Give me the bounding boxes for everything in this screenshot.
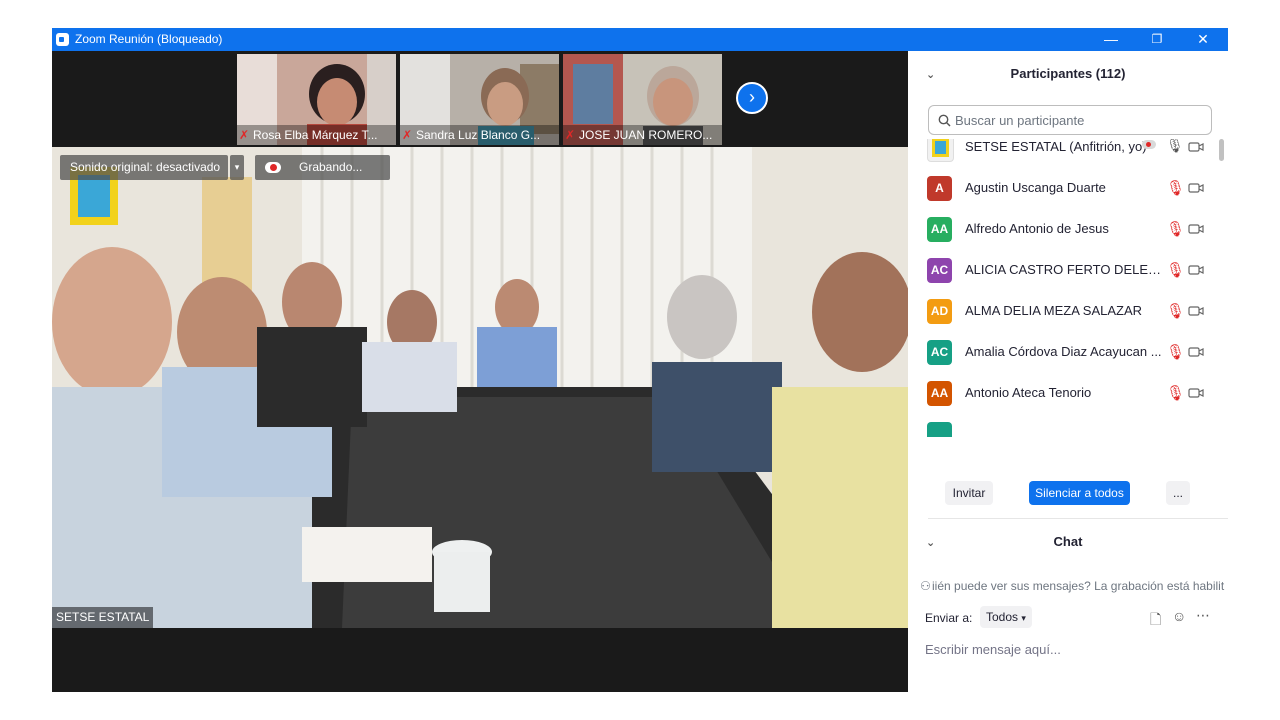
- section-divider: [928, 518, 1228, 519]
- muted-mic-icon: ✗: [402, 128, 413, 142]
- mute-all-button[interactable]: Silenciar a todos: [1029, 481, 1130, 505]
- participant-row[interactable]: AD ALMA DELIA MEZA SALAZAR 🎙︎: [908, 291, 1218, 332]
- thumbnail-label: ✗ Sandra Luz Blanco G...: [400, 125, 559, 145]
- participant-name: SETSE ESTATAL (Anfitrión, yo): [965, 139, 1147, 154]
- sidebar-panel: ⌄ Participantes (112) Buscar un particip…: [908, 51, 1228, 692]
- avatar: AA: [927, 217, 952, 242]
- send-to-label: Enviar a:: [925, 611, 973, 625]
- original-sound-dropdown[interactable]: ▾: [230, 155, 244, 180]
- participant-thumbnail[interactable]: ✗ Rosa Elba Márquez T...: [237, 54, 396, 145]
- muted-mic-icon[interactable]: 🎙︎: [1166, 179, 1185, 197]
- send-to-dropdown[interactable]: Todos ▾: [980, 606, 1032, 628]
- next-page-button[interactable]: ›: [736, 82, 768, 114]
- video-camera-icon[interactable]: [1188, 221, 1204, 237]
- close-button[interactable]: ✕: [1180, 28, 1226, 51]
- avatar: A: [927, 176, 952, 201]
- recording-indicator[interactable]: Grabando...: [255, 155, 390, 180]
- participants-title: Participantes (112): [1010, 66, 1126, 81]
- participant-row[interactable]: AA Alfredo Antonio de Jesus 🎙︎: [908, 209, 1218, 250]
- thumbnail-name: Sandra Luz Blanco G...: [416, 128, 541, 142]
- original-sound-label: Sonido original: desactivado: [70, 160, 221, 174]
- emoji-icon[interactable]: ☺: [1172, 608, 1186, 624]
- search-placeholder: Buscar un participante: [955, 113, 1085, 128]
- scrollbar-thumb[interactable]: [1219, 139, 1224, 161]
- muted-mic-icon: ✗: [239, 128, 250, 142]
- video-camera-icon[interactable]: [1188, 344, 1204, 360]
- thumbnail-name: JOSE JUAN ROMERO...: [579, 128, 713, 142]
- participant-name: ALMA DELIA MEZA SALAZAR: [965, 303, 1143, 318]
- minimize-button[interactable]: —: [1088, 28, 1134, 51]
- muted-mic-icon[interactable]: 🎙︎: [1166, 220, 1185, 238]
- title-bar: Zoom Reunión (Bloqueado) — ❐ ✕: [52, 28, 1228, 51]
- participant-row-partial[interactable]: [908, 414, 1218, 437]
- muted-mic-icon[interactable]: 🎙︎: [1166, 261, 1185, 279]
- participant-search-input[interactable]: Buscar un participante: [928, 105, 1212, 135]
- recording-dot-icon: [1146, 142, 1151, 147]
- chat-title: Chat: [1053, 534, 1083, 549]
- muted-mic-icon[interactable]: 🎙︎: [1166, 302, 1185, 320]
- video-camera-icon[interactable]: [1188, 303, 1204, 319]
- participant-row[interactable]: AA Antonio Ateca Tenorio 🎙︎: [908, 373, 1218, 414]
- search-icon: [938, 114, 951, 127]
- participant-name: ALICIA CASTRO FERTO DELEGAC...: [965, 262, 1165, 277]
- chat-header: ⌄ Chat: [908, 534, 1228, 549]
- participant-list: SETSE ESTATAL (Anfitrión, yo) 🎙 A Agusti…: [908, 139, 1218, 437]
- chat-info-text: iién puede ver sus mensajes? La grabació…: [932, 579, 1225, 593]
- avatar: AC: [927, 258, 952, 283]
- participant-row[interactable]: A Agustin Uscanga Duarte 🎙︎: [908, 168, 1218, 209]
- file-icon[interactable]: 🗋: [1150, 609, 1161, 633]
- thumbnail-name: Rosa Elba Márquez T...: [253, 128, 378, 142]
- recording-label: Grabando...: [299, 160, 363, 174]
- person-lock-icon: ⚇: [920, 579, 931, 593]
- participant-thumbnail[interactable]: ✗ JOSE JUAN ROMERO...: [563, 54, 722, 145]
- participant-row[interactable]: SETSE ESTATAL (Anfitrión, yo) 🎙: [908, 139, 1218, 168]
- avatar: AD: [927, 299, 952, 324]
- video-camera-icon[interactable]: [1188, 385, 1204, 401]
- mic-icon[interactable]: 🎙: [1166, 139, 1184, 154]
- more-icon[interactable]: ⋯: [1196, 607, 1210, 624]
- participant-row[interactable]: AC Amalia Córdova Diaz Acayucan ... 🎙︎: [908, 332, 1218, 373]
- thumbnail-label: ✗ JOSE JUAN ROMERO...: [563, 125, 722, 145]
- speaker-name-tag: SETSE ESTATAL: [52, 607, 154, 628]
- zoom-window: Zoom Reunión (Bloqueado) — ❐ ✕ ✗ Rosa Elb…: [52, 28, 1228, 692]
- chat-visibility-notice[interactable]: ⚇iién puede ver sus mensajes? La grabaci…: [920, 579, 1228, 599]
- avatar: AC: [927, 340, 952, 365]
- caret-down-icon: ▾: [1021, 613, 1026, 623]
- video-camera-icon[interactable]: [1188, 139, 1204, 155]
- thumbnail-label: ✗ Rosa Elba Márquez T...: [237, 125, 396, 145]
- meeting-room-scene: [52, 147, 908, 628]
- host-logo-avatar: [927, 139, 954, 162]
- participant-thumbnail[interactable]: ✗ Sandra Luz Blanco G...: [400, 54, 559, 145]
- chevron-down-icon[interactable]: ⌄: [926, 536, 935, 549]
- chevron-down-icon[interactable]: ⌄: [926, 68, 935, 81]
- muted-mic-icon[interactable]: 🎙︎: [1166, 384, 1185, 402]
- invite-button[interactable]: Invitar: [945, 481, 993, 505]
- muted-mic-icon: ✗: [565, 128, 576, 142]
- maximize-button[interactable]: ❐: [1134, 28, 1180, 51]
- participant-name: Antonio Ateca Tenorio: [965, 385, 1092, 400]
- recording-dot-icon: [270, 164, 277, 171]
- participant-name: Amalia Córdova Diaz Acayucan ...: [965, 344, 1162, 359]
- avatar: AA: [927, 381, 952, 406]
- chevron-right-icon: ›: [749, 87, 755, 107]
- video-camera-icon[interactable]: [1188, 262, 1204, 278]
- muted-mic-icon[interactable]: 🎙︎: [1166, 343, 1185, 361]
- video-area: ✗ Rosa Elba Márquez T... ✗ Sandra Luz Blan…: [52, 51, 908, 692]
- chat-message-input[interactable]: Escribir mensaje aquí...: [925, 642, 1061, 657]
- setse-logo-icon: [932, 139, 949, 157]
- send-to-value: Todos: [986, 610, 1019, 624]
- avatar: [927, 422, 952, 437]
- zoom-app-icon: [56, 33, 69, 46]
- more-options-button[interactable]: ...: [1166, 481, 1190, 505]
- caret-down-icon: ▾: [234, 162, 240, 172]
- participants-header: ⌄ Participantes (112): [908, 66, 1228, 81]
- main-speaker-video[interactable]: Sonido original: desactivado ▾ Grabando.…: [52, 147, 908, 628]
- participant-list-scrollbar[interactable]: [1218, 139, 1224, 437]
- window-title: Zoom Reunión (Bloqueado): [75, 32, 223, 46]
- original-sound-toggle[interactable]: Sonido original: desactivado: [60, 155, 228, 180]
- participant-name: Alfredo Antonio de Jesus: [965, 221, 1109, 236]
- video-camera-icon[interactable]: [1188, 180, 1204, 196]
- participant-row[interactable]: AC ALICIA CASTRO FERTO DELEGAC... 🎙︎: [908, 250, 1218, 291]
- participant-name: Agustin Uscanga Duarte: [965, 180, 1106, 195]
